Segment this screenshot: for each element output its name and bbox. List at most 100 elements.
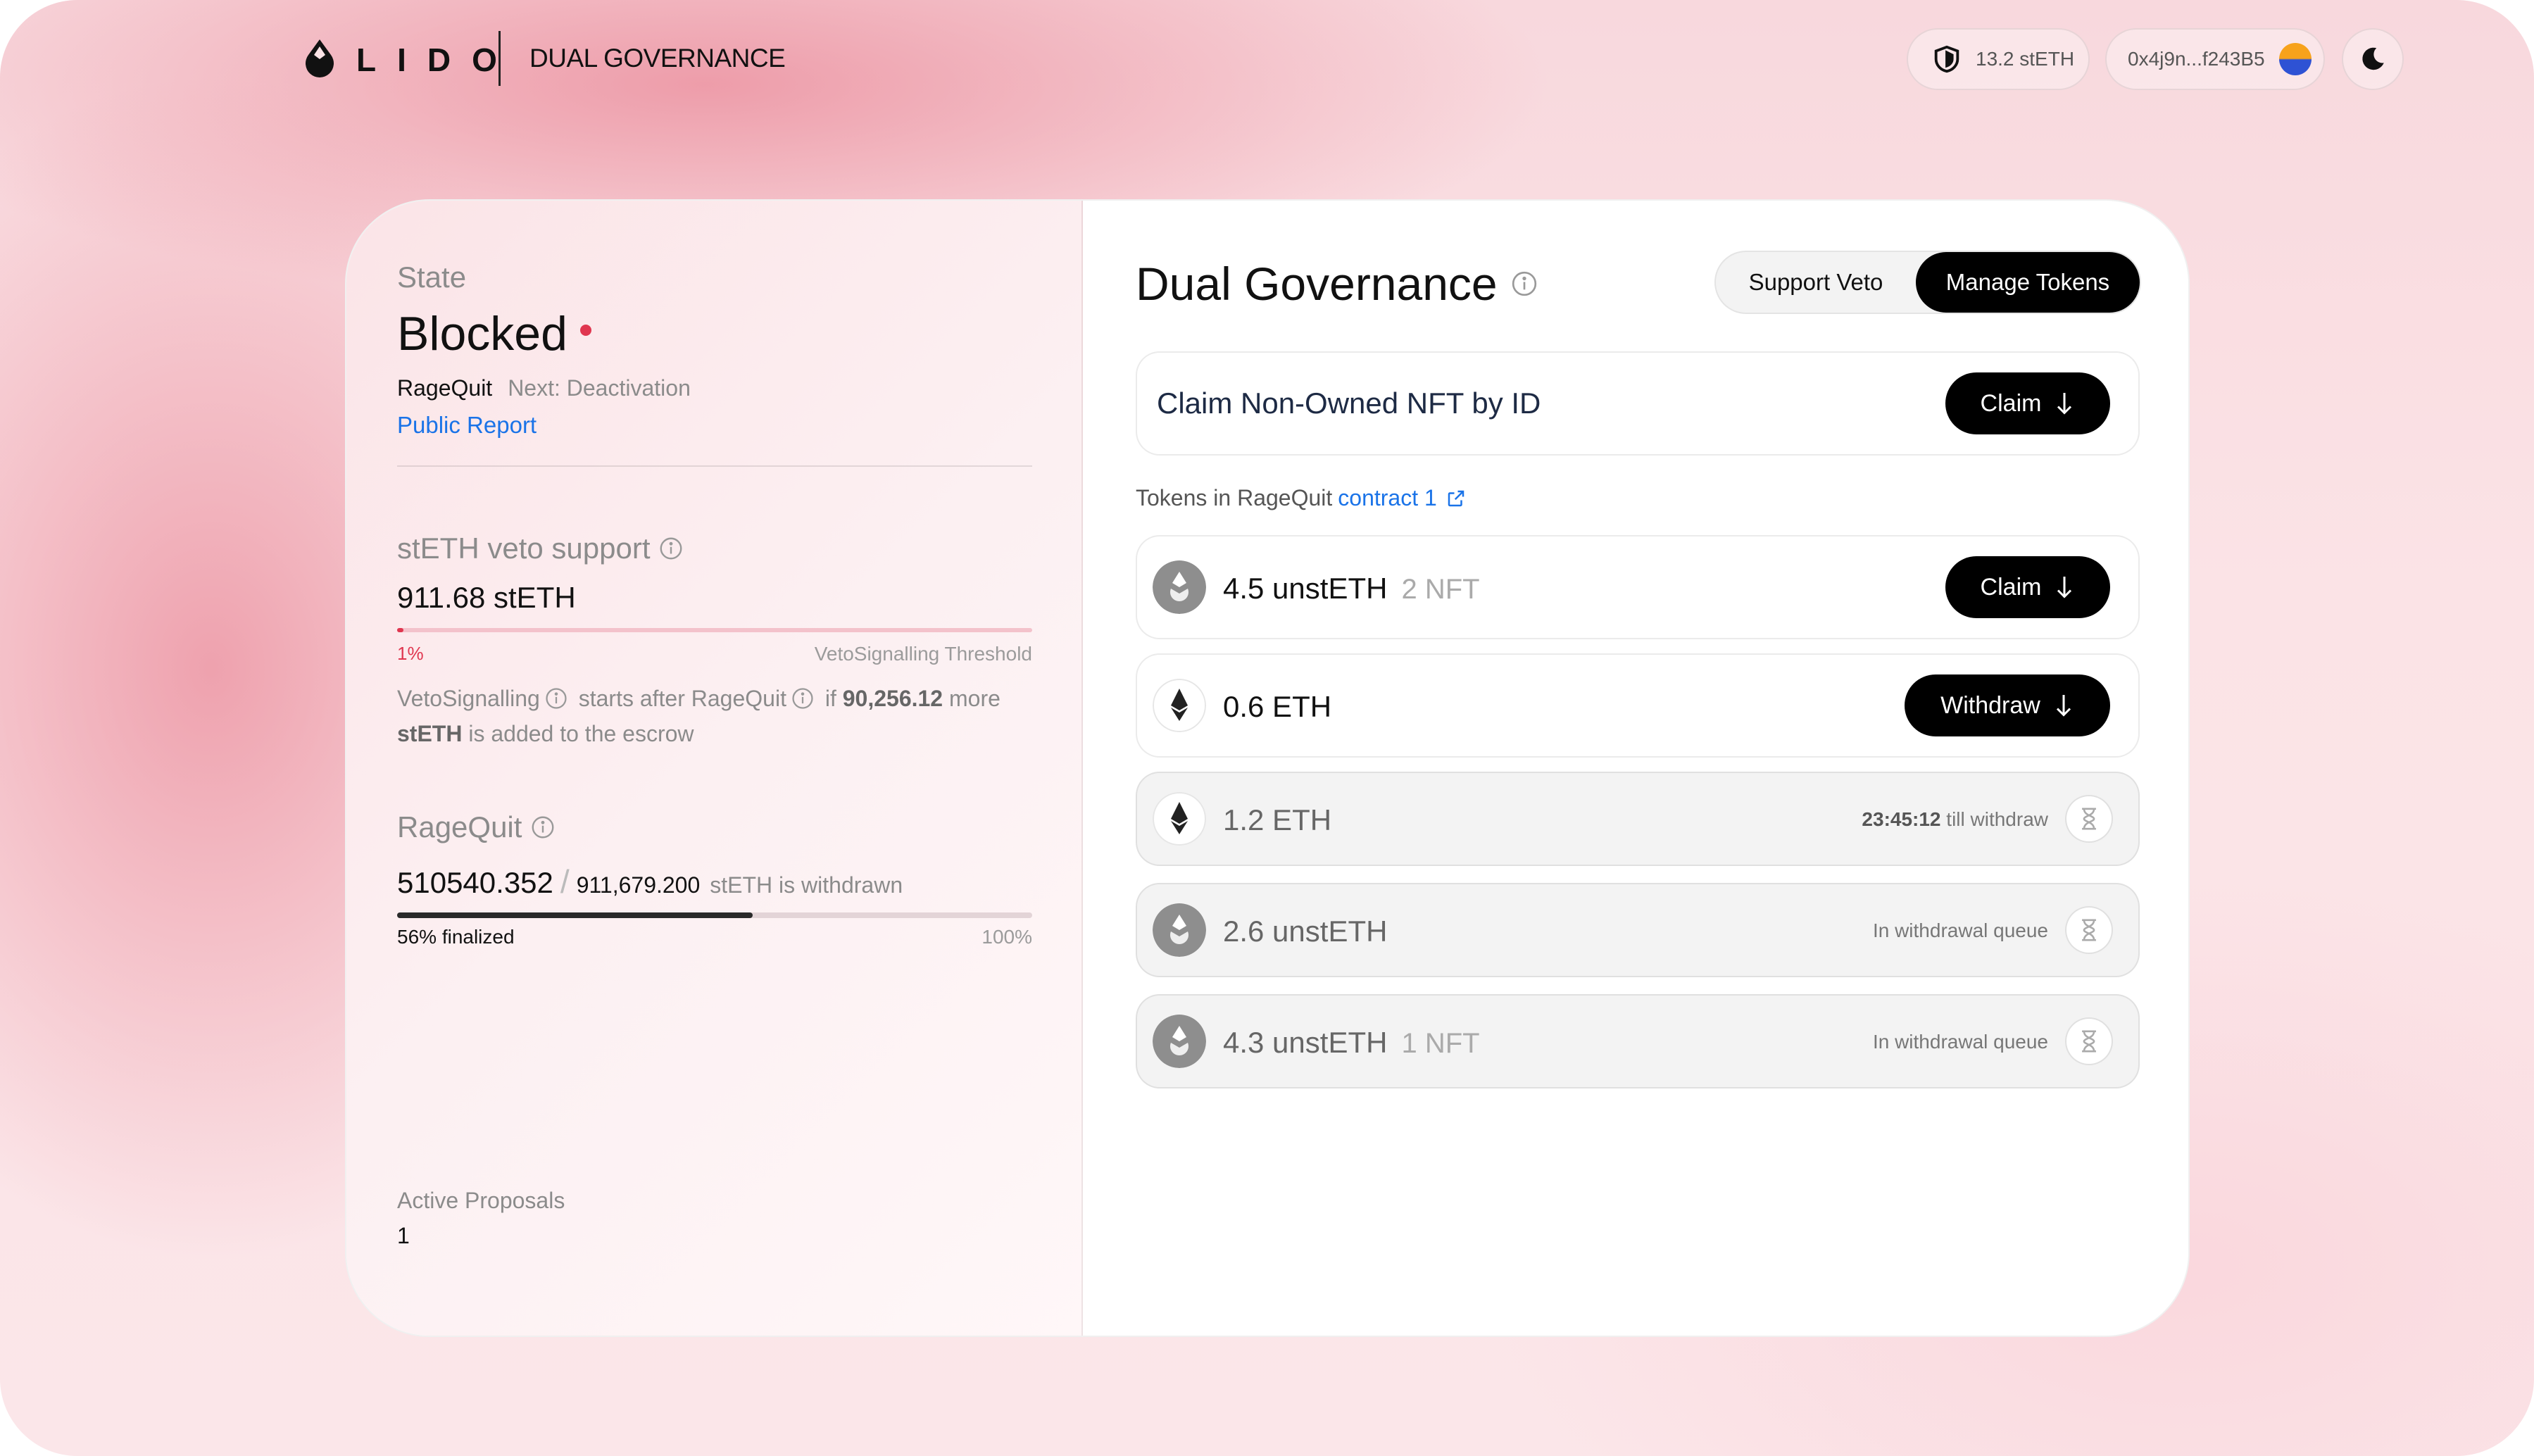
lido-logo[interactable]: LIDO — [301, 35, 518, 84]
arrow-down-icon — [2056, 695, 2071, 717]
queue-status: In withdrawal queue — [1872, 920, 2048, 941]
external-link-icon[interactable] — [1445, 488, 1467, 509]
info-icon[interactable] — [791, 686, 815, 710]
veto-desc-text: starts after RageQuit — [572, 686, 786, 711]
wallet-address: 0x4j9n...f243B5 — [2128, 48, 2265, 70]
token-amount-value: 1.2 ETH — [1223, 803, 1332, 836]
tokens-caption-text: Tokens in RageQuit — [1136, 485, 1333, 510]
ragequit-progress-bar — [397, 912, 1032, 918]
section-divider — [397, 465, 1032, 467]
shield-icon — [1934, 45, 1959, 73]
app-background: LIDO DUAL GOVERNANCE 13.2 stETH 0x4j9n..… — [0, 0, 2534, 1456]
token-amount: 1.2 ETH — [1223, 803, 1331, 837]
ragequit-max: 100% — [981, 926, 1032, 948]
active-proposals-label: Active Proposals — [397, 1188, 565, 1213]
balance-value: 13.2 stETH — [1976, 48, 2075, 70]
info-icon[interactable] — [1510, 270, 1538, 298]
token-amount: 0.6 ETH — [1223, 690, 1331, 724]
arrow-down-icon — [2057, 577, 2072, 598]
info-icon[interactable] — [530, 815, 556, 840]
token-row: 4.5 unstETH 2 NFT Claim — [1136, 535, 2140, 639]
state-value-text: Blocked — [397, 307, 567, 360]
token-amount-value: 0.6 ETH — [1223, 690, 1332, 723]
active-proposals-value: 1 — [397, 1223, 410, 1248]
contract-link[interactable]: contract 1 — [1338, 485, 1437, 511]
veto-description: VetoSignalling starts after RageQuit if … — [397, 681, 1032, 751]
wallet-pill[interactable]: 0x4j9n...f243B5 — [2105, 28, 2325, 90]
ragequit-values: 510540.352 / 911,679.200 stETH is withdr… — [397, 862, 903, 900]
claim-button-label: Claim — [1980, 573, 2042, 601]
tab-manage-tokens[interactable]: Manage Tokens — [1916, 252, 2140, 313]
countdown-time: 23:45:12 — [1862, 808, 1941, 830]
logo-text: LIDO — [356, 42, 518, 78]
veto-desc-state: VetoSignalling — [397, 686, 540, 711]
veto-desc-end: is added to the escrow — [462, 721, 694, 746]
ragequit-progress-fill — [397, 912, 753, 918]
token-amount-value: 4.3 unstETH — [1223, 1026, 1388, 1059]
lido-drop-icon — [306, 39, 334, 77]
state-label: State — [397, 261, 467, 294]
countdown-label: till withdraw — [1940, 808, 2048, 830]
token-nft-count: 2 NFT — [1401, 574, 1480, 605]
veto-progress-fill — [397, 628, 404, 632]
info-icon[interactable] — [658, 536, 684, 561]
steth-icon — [1153, 903, 1206, 957]
claim-nft-row: Claim Non-Owned NFT by ID Claim — [1136, 351, 2140, 456]
header: LIDO DUAL GOVERNANCE 13.2 stETH 0x4j9n..… — [0, 0, 2534, 120]
token-amount: 2.6 unstETH — [1223, 915, 1387, 948]
steth-icon — [1153, 1015, 1206, 1068]
veto-desc-more: more — [943, 686, 1001, 711]
veto-desc-amount: 90,256.12 — [842, 686, 943, 711]
token-row: 0.6 ETH Withdraw — [1136, 653, 2140, 758]
arrow-down-icon — [2057, 393, 2072, 415]
pending-status — [2065, 795, 2113, 843]
ragequit-label-text: RageQuit — [397, 810, 522, 843]
substate-current: RageQuit — [397, 375, 493, 401]
ragequit-total: 911,679.200 — [576, 872, 701, 898]
hourglass-icon — [2082, 808, 2096, 830]
veto-threshold-label: VetoSignalling Threshold — [814, 643, 1032, 665]
veto-support-label: stETH veto support — [397, 532, 684, 565]
token-row: 2.6 unstETH In withdrawal queue — [1136, 883, 2140, 977]
governance-card: State Blocked RageQuit Next: Deactivatio… — [345, 199, 2190, 1337]
panel-title: Dual Governance — [1136, 257, 1538, 310]
ragequit-withdrawn: 510540.352 — [397, 866, 553, 899]
ragequit-label: RageQuit — [397, 810, 556, 844]
state-value: Blocked — [397, 306, 591, 361]
theme-toggle-button[interactable] — [2342, 28, 2404, 90]
withdraw-button-label: Withdraw — [1940, 691, 2040, 719]
tab-support-veto[interactable]: Support Veto — [1716, 252, 1916, 313]
eth-icon — [1153, 679, 1206, 732]
token-amount: 4.5 unstETH 2 NFT — [1223, 572, 1480, 605]
header-divider — [498, 31, 501, 86]
queue-status: In withdrawal queue — [1872, 1031, 2048, 1053]
moon-icon — [2362, 47, 2384, 70]
ragequit-suffix: stETH is withdrawn — [710, 872, 903, 898]
veto-desc-if: if — [818, 686, 843, 711]
token-amount: 4.3 unstETH 1 NFT — [1223, 1026, 1480, 1060]
token-row: 1.2 ETH 23:45:12 till withdraw — [1136, 772, 2140, 866]
wallet-avatar — [2278, 43, 2312, 75]
claim-nft-button-label: Claim — [1980, 389, 2042, 417]
info-icon[interactable] — [544, 686, 568, 710]
claim-button[interactable]: Claim — [1945, 556, 2110, 618]
token-amount-value: 2.6 unstETH — [1223, 915, 1388, 948]
withdraw-button[interactable]: Withdraw — [1905, 674, 2110, 736]
claim-nft-button[interactable]: Claim — [1945, 372, 2110, 434]
app-title: DUAL GOVERNANCE — [529, 44, 786, 73]
public-report-link[interactable]: Public Report — [397, 412, 537, 439]
mode-tabs: Support Veto Manage Tokens — [1714, 251, 2141, 314]
pending-status — [2065, 906, 2113, 954]
substate-next: Next: Deactivation — [508, 375, 691, 401]
pending-status — [2065, 1017, 2113, 1065]
tokens-caption: Tokens in RageQuit contract 1 — [1136, 485, 1467, 511]
panel-title-text: Dual Governance — [1136, 258, 1498, 310]
veto-progress-bar — [397, 628, 1032, 632]
status-pane: State Blocked RageQuit Next: Deactivatio… — [346, 201, 1083, 1336]
balance-pill[interactable]: 13.2 stETH — [1907, 28, 2090, 90]
veto-support-value: 911.68 stETH — [397, 581, 576, 614]
token-row: 4.3 unstETH 1 NFT In withdrawal queue — [1136, 994, 2140, 1088]
hourglass-icon — [2082, 1030, 2096, 1053]
claim-nft-label: Claim Non-Owned NFT by ID — [1157, 387, 1541, 420]
token-nft-count: 1 NFT — [1401, 1028, 1480, 1059]
